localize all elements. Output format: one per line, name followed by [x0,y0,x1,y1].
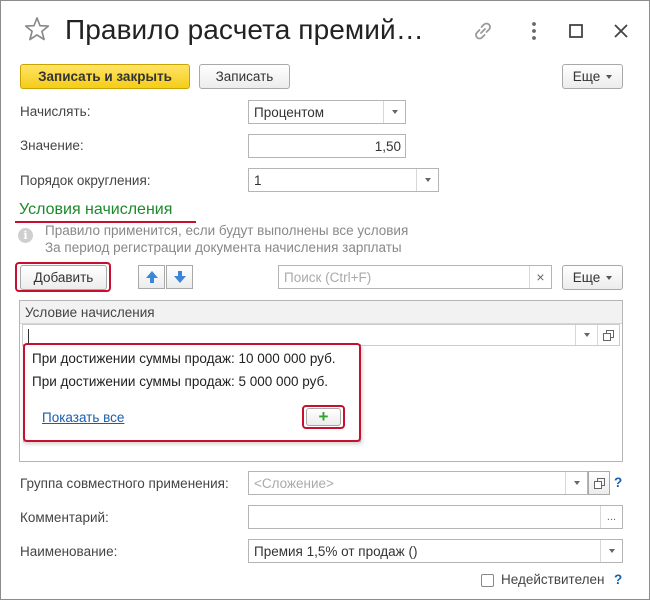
rounding-select[interactable]: 1 [248,168,439,192]
group-label: Группа совместного применения: [20,476,229,491]
open-icon [593,477,605,489]
close-icon[interactable] [608,18,634,44]
rounding-value: 1 [254,172,262,188]
group-select[interactable]: <Сложение> [248,471,588,495]
group-placeholder: <Сложение> [254,475,334,491]
more-button[interactable]: Еще [562,64,623,89]
help-icon[interactable]: ? [614,475,622,490]
arrow-up-icon [145,271,158,283]
more-vertical-icon[interactable] [521,18,547,44]
conditions-hint-1: Правило применится, если будут выполнены… [45,223,409,238]
window-title: Правило расчета премий… [65,14,424,45]
clear-search-icon[interactable]: × [529,266,551,288]
name-select[interactable]: Премия 1,5% от продаж () [248,539,623,563]
value-label: Значение: [20,138,84,153]
name-label: Наименование: [20,544,118,559]
open-icon[interactable] [597,325,619,345]
conditions-more-label: Еще [572,270,601,285]
value-input[interactable]: 1,50 [248,134,406,158]
rounding-label: Порядок округления: [20,173,151,188]
chevron-down-icon [606,275,613,280]
conditions-section-title[interactable]: Условия начисления [19,201,172,219]
invalid-checkbox[interactable] [481,574,494,587]
conditions-more-button[interactable]: Еще [562,265,623,290]
comment-label: Комментарий: [20,510,109,525]
move-down-button[interactable] [166,265,193,289]
chevron-down-icon[interactable] [383,101,405,123]
star-icon[interactable] [23,15,51,43]
accrue-label: Начислять: [20,104,91,119]
chevron-down-icon [606,74,613,79]
search-input[interactable]: Поиск (Ctrl+F) × [278,265,552,289]
text-cursor [28,329,29,343]
more-button-label: Еще [572,69,601,84]
save-and-close-button[interactable]: Записать и закрыть [20,64,190,89]
maximize-icon[interactable] [563,18,589,44]
info-icon: i [18,228,33,243]
comment-input[interactable]: ... [248,505,623,529]
link-icon[interactable] [470,18,496,44]
help-icon[interactable]: ? [614,572,622,587]
chevron-down-icon[interactable] [600,540,622,562]
column-header[interactable]: Условие начисления [20,301,622,324]
conditions-hint-2: За период регистрации документа начислен… [45,240,402,255]
ellipsis-button[interactable]: ... [600,506,622,528]
accrue-value: Процентом [254,104,325,120]
form-window: Правило расчета премий… Записать и закры… [0,0,650,600]
chevron-down-icon[interactable] [575,325,597,345]
add-condition-button[interactable]: Добавить [20,265,107,290]
move-up-button[interactable] [138,265,165,289]
add-new-button[interactable]: + [306,407,341,426]
name-value: Премия 1,5% от продаж () [254,543,418,559]
search-placeholder: Поиск (Ctrl+F) [284,269,372,285]
save-button[interactable]: Записать [199,64,290,89]
chevron-down-icon[interactable] [416,169,438,191]
chevron-down-icon[interactable] [565,472,587,494]
open-group-button[interactable] [588,471,610,495]
accrue-select[interactable]: Процентом [248,100,406,124]
arrow-down-icon [173,271,186,283]
value-value: 1,50 [374,138,401,154]
invalid-label: Недействителен [501,572,605,587]
